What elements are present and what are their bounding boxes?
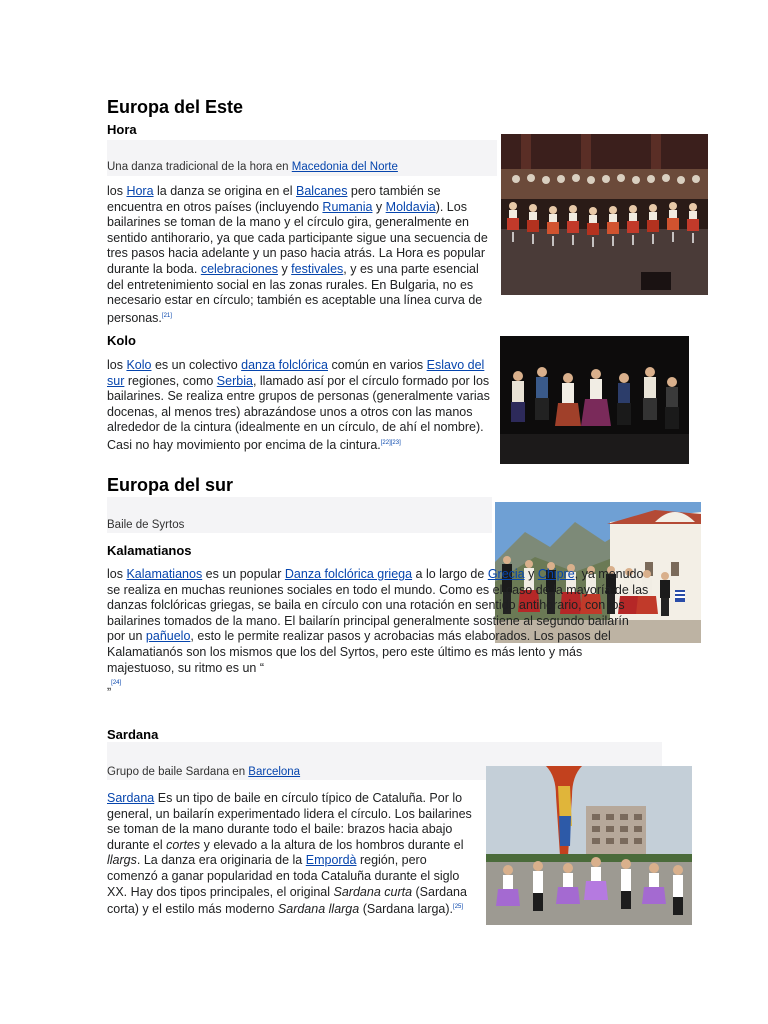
link-danza-folclorica[interactable]: danza folclórica xyxy=(241,358,328,372)
link-moldavia[interactable]: Moldavia xyxy=(386,200,436,214)
link-kalamatianos[interactable]: Kalamatianos xyxy=(126,567,202,581)
paragraph-kalamatianos: los Kalamatianos es un popular Danza fol… xyxy=(107,567,649,693)
link-grecia[interactable]: Grecia xyxy=(488,567,525,581)
reference-kolo[interactable]: [22][23] xyxy=(381,440,401,446)
link-balcanes[interactable]: Balcanes xyxy=(296,184,347,198)
paragraph-hora: los Hora la danza se origina en el Balca… xyxy=(107,184,488,325)
paragraph-kolo: los Kolo es un colectivo danza folclóric… xyxy=(107,358,490,453)
hora-dance-photo xyxy=(501,134,708,295)
subsection-heading-kolo: Kolo xyxy=(107,333,136,348)
paragraph-sardana: Sardana Es un tipo de baile en círculo t… xyxy=(107,791,472,917)
link-celebraciones[interactable]: celebraciones xyxy=(201,262,278,276)
image-caption-hora: Una danza tradicional de la hora en Mace… xyxy=(107,161,398,173)
section-title-east: Europa del Este xyxy=(107,97,244,117)
reference-sardana[interactable]: [25] xyxy=(453,904,463,910)
link-hora[interactable]: Hora xyxy=(126,184,153,198)
section-title-south: Europa del sur xyxy=(107,475,234,495)
link-sardana[interactable]: Sardana xyxy=(107,791,154,805)
reference-kalamatianos[interactable]: [24] xyxy=(111,680,121,686)
subsection-heading-sardana: Sardana xyxy=(107,727,159,742)
link-serbia[interactable]: Serbia xyxy=(217,374,253,388)
image-caption-syrtos: Baile de Syrtos xyxy=(107,519,185,531)
reference-hora[interactable]: [21] xyxy=(162,313,172,319)
caption-band-hora: Una danza tradicional de la hora en Mace… xyxy=(107,140,497,176)
image-caption-sardana: Grupo de baile Sardana en Barcelona xyxy=(107,766,301,778)
link-chipre[interactable]: Chipre xyxy=(538,567,575,581)
subsection-heading-kalamatianos: Kalamatianos xyxy=(107,543,192,558)
caption-link-barcelona[interactable]: Barcelona xyxy=(248,766,300,778)
link-festivales[interactable]: festivales xyxy=(291,262,343,276)
link-rumania[interactable]: Rumania xyxy=(322,200,372,214)
link-emporda[interactable]: Empordà xyxy=(306,853,357,867)
sardana-dance-photo xyxy=(486,766,692,925)
link-panuelo[interactable]: pañuelo xyxy=(146,629,191,643)
link-kolo[interactable]: Kolo xyxy=(126,358,151,372)
link-danza-folclorica-griega[interactable]: Danza folclórica griega xyxy=(285,567,412,581)
subsection-heading-hora: Hora xyxy=(107,122,137,137)
kolo-dance-photo xyxy=(500,336,689,464)
caption-band-syrtos: Baile de Syrtos xyxy=(107,497,492,533)
caption-link-macedonia[interactable]: Macedonia del Norte xyxy=(292,161,398,173)
